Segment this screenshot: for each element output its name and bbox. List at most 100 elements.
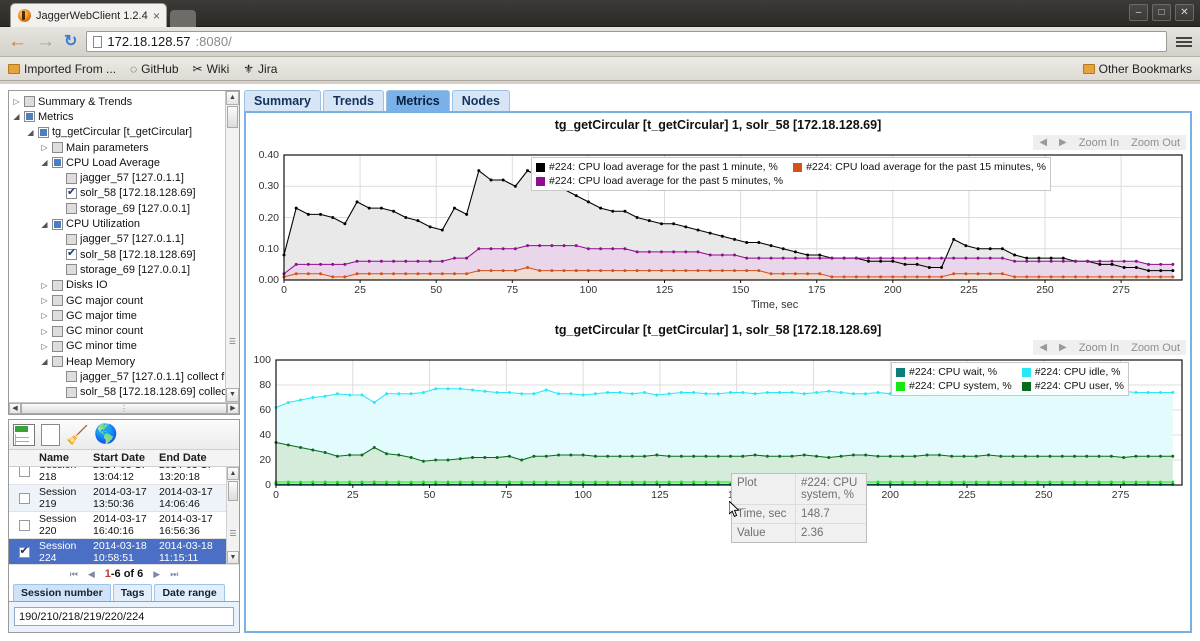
tree-node-checkbox[interactable]: [66, 203, 77, 215]
legend-item[interactable]: #224: CPU wait, %: [896, 365, 1012, 379]
scroll-up-icon[interactable]: ▲: [227, 467, 239, 480]
tree-vertical-scrollbar[interactable]: ▲ ☰ ▼: [225, 91, 239, 402]
tree-node-checkbox[interactable]: [24, 111, 35, 123]
row-checkbox-cell[interactable]: [9, 545, 39, 558]
column-header-end-date[interactable]: End Date: [159, 452, 225, 464]
pager-last-button[interactable]: ⏭: [170, 569, 178, 580]
tree-node-checkbox[interactable]: [52, 310, 63, 322]
chart-prev-icon[interactable]: ◀: [1039, 137, 1047, 148]
tree-node[interactable]: jagger_57 [127.0.1.1]: [12, 170, 225, 185]
tree-node-checkbox[interactable]: [52, 218, 63, 230]
legend-item[interactable]: #224: CPU system, %: [896, 379, 1012, 393]
expander-icon[interactable]: ◢: [40, 220, 49, 229]
tab-trends[interactable]: Trends: [322, 90, 384, 111]
row-checkbox[interactable]: [18, 492, 30, 504]
bookmark-imported-from[interactable]: Imported From ...: [8, 62, 116, 76]
scroll-right-icon[interactable]: ▶: [227, 403, 239, 414]
address-bar[interactable]: 172.18.128.57:8080/: [86, 31, 1167, 52]
tree-horizontal-scrollbar[interactable]: ◀ ⋮ ▶: [9, 402, 239, 414]
maximize-button[interactable]: □: [1152, 4, 1171, 21]
bookmark-wiki[interactable]: ✂ Wiki: [193, 62, 230, 76]
tree-node[interactable]: ▷ GC minor count: [12, 323, 225, 338]
tree-node[interactable]: jagger_57 [127.0.1.1]: [12, 232, 225, 247]
pager-next-button[interactable]: ▶: [153, 569, 160, 580]
tree-node-checkbox[interactable]: [52, 142, 63, 154]
session-number-input[interactable]: [14, 607, 234, 626]
sessions-vertical-scrollbar[interactable]: ▲ ☰ ▼: [226, 467, 239, 564]
hscrollbar-thumb[interactable]: ⋮: [21, 403, 227, 414]
tree-node[interactable]: ▷ GC major count: [12, 293, 225, 308]
tab-metrics[interactable]: Metrics: [385, 90, 450, 111]
row-checkbox[interactable]: [18, 519, 30, 531]
browser-tab-jaggerwebclient[interactable]: JaggerWebClient 1.2.4-SN ×: [10, 3, 168, 27]
tree-node[interactable]: ◢ CPU Utilization: [12, 216, 225, 231]
expander-icon[interactable]: ▷: [40, 281, 49, 290]
scroll-down-icon[interactable]: ▼: [226, 388, 239, 402]
expander-icon[interactable]: ▷: [12, 97, 21, 106]
tree-node-checkbox[interactable]: [52, 295, 63, 306]
zoom-in-button[interactable]: Zoom In: [1079, 137, 1119, 149]
globe-web-icon[interactable]: 🌎: [94, 425, 118, 444]
tree-node-checkbox[interactable]: [52, 325, 63, 337]
legend-item[interactable]: #224: CPU idle, %: [1021, 365, 1124, 379]
scrollbar-thumb[interactable]: [228, 481, 238, 501]
tree-node-checkbox[interactable]: [66, 386, 77, 398]
broom-clear-icon[interactable]: 🧹: [66, 426, 88, 444]
tree-node[interactable]: ◢ tg_getCircular [t_getCircular]: [12, 125, 225, 140]
other-bookmarks-button[interactable]: Other Bookmarks: [1082, 62, 1192, 76]
reload-icon[interactable]: ↻: [64, 33, 77, 50]
chart-1-plot[interactable]: 0.00 0.10 0.20 0.30 0.40 0 25 50 75 100 125 150 175 2…: [246, 149, 1190, 318]
forward-icon[interactable]: →: [36, 32, 55, 51]
tree-node-checkbox[interactable]: [66, 233, 77, 245]
column-header-start-date[interactable]: Start Date: [93, 452, 159, 464]
back-icon[interactable]: ←: [8, 32, 27, 51]
chart-next-icon[interactable]: ▶: [1059, 342, 1067, 353]
scroll-up-icon[interactable]: ▲: [226, 91, 239, 105]
tab-date-range[interactable]: Date range: [154, 584, 225, 601]
row-checkbox[interactable]: [18, 467, 30, 477]
legend-item[interactable]: #224: CPU load average for the past 1 mi…: [536, 160, 783, 174]
pager-prev-button[interactable]: ◀: [88, 569, 95, 580]
tree-node-checkbox[interactable]: [66, 172, 77, 184]
tree-node-checkbox[interactable]: [38, 126, 49, 138]
table-row[interactable]: Session 219 2014-03-17 13:50:36 2014-03-17…: [9, 485, 226, 512]
legend-item[interactable]: #224: CPU user, %: [1021, 379, 1124, 393]
tab-session-number[interactable]: Session number: [13, 584, 111, 601]
expander-icon[interactable]: ◢: [26, 128, 35, 137]
table-row[interactable]: Session 218 2014-03-17 13:04:12 2014-03-17…: [9, 467, 226, 485]
tree-node[interactable]: solr_58 [172.18.128.69]: [12, 247, 225, 262]
tree-node[interactable]: solr_58 [172.18.128.69] collect from jmx…: [12, 385, 225, 400]
tab-summary[interactable]: Summary: [244, 90, 321, 111]
expander-icon[interactable]: ◢: [40, 357, 49, 366]
new-tab-button[interactable]: [170, 10, 197, 27]
expander-icon[interactable]: ▷: [40, 311, 49, 320]
row-checkbox[interactable]: [18, 545, 30, 558]
bookmark-jira[interactable]: ⚜ Jira: [243, 62, 277, 76]
tree-node-checkbox[interactable]: [52, 356, 63, 368]
table-row[interactable]: Session 220 2014-03-17 16:40:16 2014-03-17…: [9, 512, 226, 539]
tree-node[interactable]: ▷ GC minor time: [12, 339, 225, 354]
tree-node-checkbox[interactable]: [52, 279, 63, 291]
tab-nodes[interactable]: Nodes: [451, 90, 510, 111]
export-spreadsheet-icon[interactable]: [13, 423, 35, 446]
chart-next-icon[interactable]: ▶: [1059, 137, 1067, 148]
column-header-name[interactable]: Name: [39, 452, 93, 464]
tree-node-checkbox[interactable]: [66, 264, 77, 276]
close-icon[interactable]: ×: [153, 9, 160, 23]
row-checkbox-cell[interactable]: [9, 467, 39, 477]
expander-icon[interactable]: ▷: [40, 143, 49, 152]
tree-node-checkbox[interactable]: [52, 340, 63, 352]
tree-node[interactable]: ▷ GC major time: [12, 308, 225, 323]
tree-node[interactable]: ◢ Metrics: [12, 109, 225, 124]
scroll-down-icon[interactable]: ▼: [227, 551, 239, 564]
bookmark-github[interactable]: ◌ GitHub: [130, 62, 179, 76]
tree-node-checkbox[interactable]: [66, 186, 77, 199]
browser-menu-icon[interactable]: [1176, 36, 1192, 47]
row-checkbox-cell[interactable]: [9, 492, 39, 504]
expander-icon[interactable]: ▷: [40, 296, 49, 305]
close-window-button[interactable]: ✕: [1175, 4, 1194, 21]
expander-icon[interactable]: ▷: [40, 327, 49, 336]
tree-node[interactable]: ▷ Main parameters: [12, 140, 225, 155]
pager-first-button[interactable]: ⏮: [70, 569, 78, 580]
tree-node-checkbox[interactable]: [66, 247, 77, 261]
